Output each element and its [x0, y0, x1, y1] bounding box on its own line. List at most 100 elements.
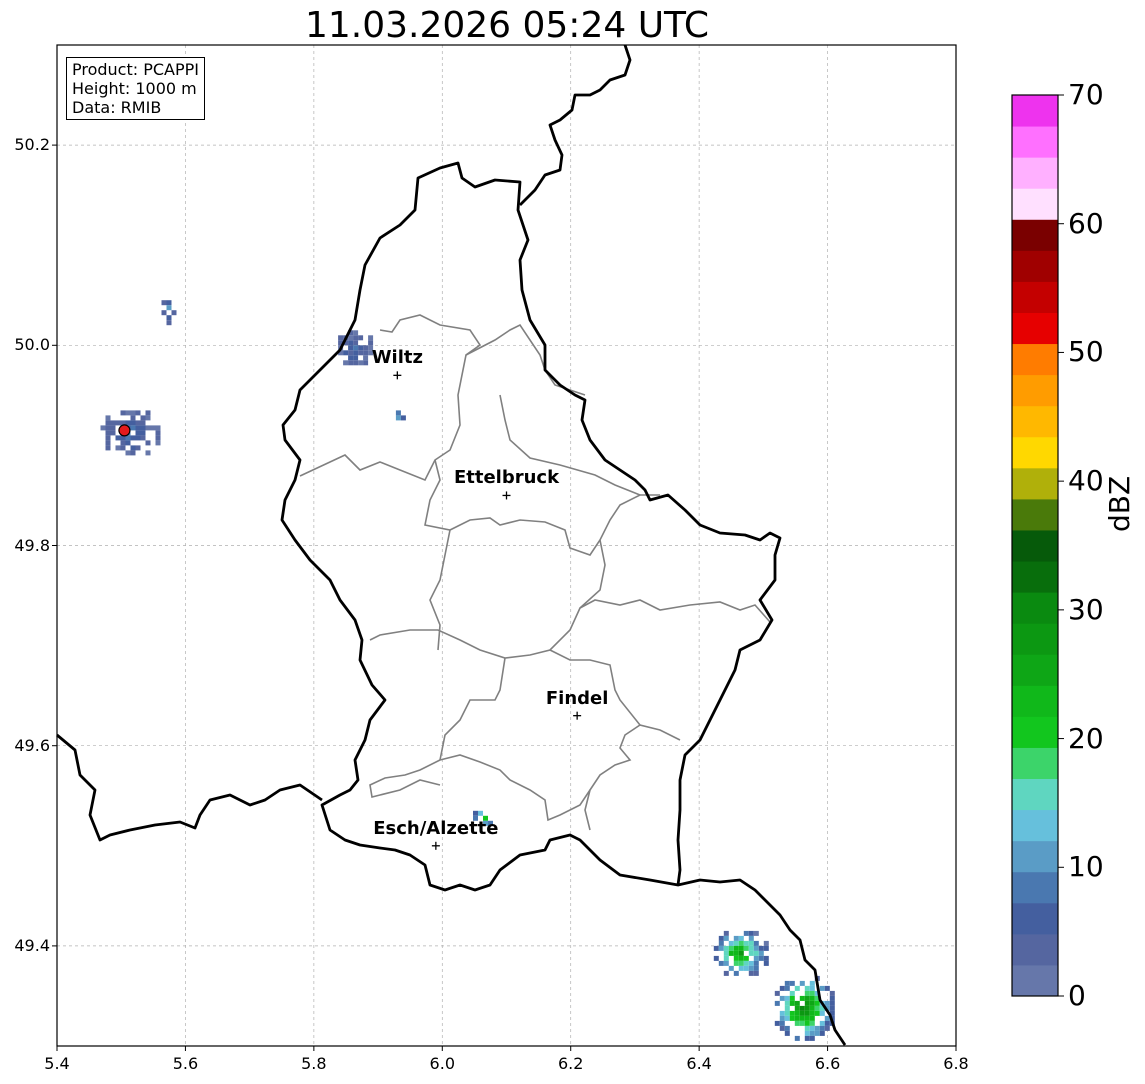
echo-pixel — [809, 990, 815, 996]
colorbar-segment — [1012, 312, 1058, 345]
colorbar-segment — [1012, 623, 1058, 655]
echo-pixel — [784, 980, 790, 986]
echo-pixel — [809, 980, 815, 986]
echo-pixel — [478, 810, 483, 816]
echo-pixel — [829, 995, 835, 1001]
echo-pixel — [753, 965, 759, 971]
echo-pixel — [738, 960, 744, 966]
echo-pixel — [110, 420, 116, 426]
echo-pixel — [814, 1025, 820, 1031]
echo-pixel — [718, 960, 724, 966]
echo-pixel — [166, 300, 172, 306]
echo-pixel — [358, 345, 364, 351]
echo-pixel — [145, 410, 151, 416]
echo-pixel — [140, 420, 146, 426]
x-tick-label: 6.0 — [429, 1054, 455, 1073]
echo-pixel — [105, 445, 111, 451]
echo-pixel — [753, 960, 759, 966]
echo-pixel — [763, 955, 769, 961]
echo-pixel — [824, 985, 830, 991]
colorbar-tick-label: 0 — [1068, 979, 1086, 1012]
echo-pixel — [804, 995, 810, 1001]
echo-pixel — [748, 965, 754, 971]
precipitation-echoes — [100, 300, 835, 1041]
echo-pixel — [753, 930, 759, 936]
y-tick-label: 50.0 — [14, 335, 50, 355]
echo-pixel — [743, 940, 749, 946]
echo-pixel — [804, 1010, 810, 1016]
y-tick-label: 49.6 — [14, 735, 50, 755]
echo-pixel — [105, 420, 111, 426]
echo-pixel — [733, 940, 739, 946]
echo-pixel — [794, 1000, 800, 1006]
echo-pixel — [723, 945, 729, 951]
echo-pixel — [748, 940, 754, 946]
echo-pixel — [809, 985, 815, 991]
echo-pixel — [135, 435, 141, 441]
echo-pixel — [166, 315, 172, 321]
echo-pixel — [358, 335, 364, 341]
echo-pixel — [784, 1000, 790, 1006]
echo-pixel — [363, 350, 369, 356]
echo-pixel — [799, 980, 805, 986]
echo-pixel — [353, 355, 359, 361]
echo-pixel — [120, 410, 126, 416]
echo-pixel — [130, 450, 136, 456]
colorbar-segment — [1012, 374, 1058, 407]
radar-map[interactable] — [0, 0, 1145, 1084]
echo-pixel — [743, 945, 749, 951]
echo-pixel — [155, 425, 161, 431]
echo-pixel — [723, 970, 729, 976]
echo-pixel — [130, 410, 136, 416]
echo-pixel — [105, 440, 111, 446]
echo-pixel — [140, 425, 146, 431]
echo-pixel — [829, 990, 835, 996]
echo-pixel — [400, 415, 406, 421]
echo-pixel — [779, 1010, 785, 1016]
echo-pixel — [166, 320, 172, 326]
x-tick-label: 5.6 — [172, 1054, 199, 1073]
echo-pixel — [115, 445, 121, 451]
echo-pixel — [343, 350, 349, 356]
colorbar-segment — [1012, 436, 1058, 469]
echo-pixel — [784, 1010, 790, 1016]
echo-pixel — [395, 410, 401, 416]
product-info-box: Product: PCAPPI Height: 1000 m Data: RMI… — [66, 57, 206, 120]
echo-pixel — [353, 340, 359, 346]
echo-pixel — [728, 950, 734, 956]
echo-pixel — [809, 1025, 815, 1031]
radar-site-marker[interactable] — [118, 424, 131, 437]
echo-pixel — [353, 360, 359, 366]
echo-pixel — [353, 335, 359, 341]
echo-pixel — [363, 355, 369, 361]
echo-pixel — [363, 360, 369, 366]
echo-pixel — [748, 935, 754, 941]
echo-pixel — [733, 955, 739, 961]
echo-pixel — [753, 945, 759, 951]
colorbar-segment — [1012, 716, 1058, 748]
echo-pixel — [779, 995, 785, 1001]
echo-pixel — [125, 440, 131, 446]
echo-pixel — [733, 935, 739, 941]
echo-pixel — [819, 985, 825, 991]
echo-pixel — [819, 1020, 825, 1026]
colorbar-segment — [1012, 219, 1058, 251]
x-tick-label: 6.6 — [814, 1054, 841, 1073]
echo-pixel — [130, 425, 136, 431]
grid-lines — [56, 45, 957, 1046]
echo-pixel — [395, 415, 401, 421]
echo-pixel — [353, 345, 359, 351]
echo-pixel — [348, 350, 354, 356]
echo-pixel — [135, 445, 141, 451]
echo-pixel — [789, 1015, 795, 1021]
colorbar-segment — [1012, 126, 1058, 158]
echo-pixel — [743, 965, 749, 971]
echo-pixel — [150, 425, 156, 431]
echo-pixel — [348, 335, 354, 341]
echo-pixel — [105, 415, 111, 421]
echo-pixel — [713, 945, 719, 951]
colorbar-segment — [1012, 592, 1058, 624]
colorbar-segment — [1012, 498, 1058, 531]
echo-pixel — [748, 930, 754, 936]
colorbar — [1012, 94, 1064, 997]
